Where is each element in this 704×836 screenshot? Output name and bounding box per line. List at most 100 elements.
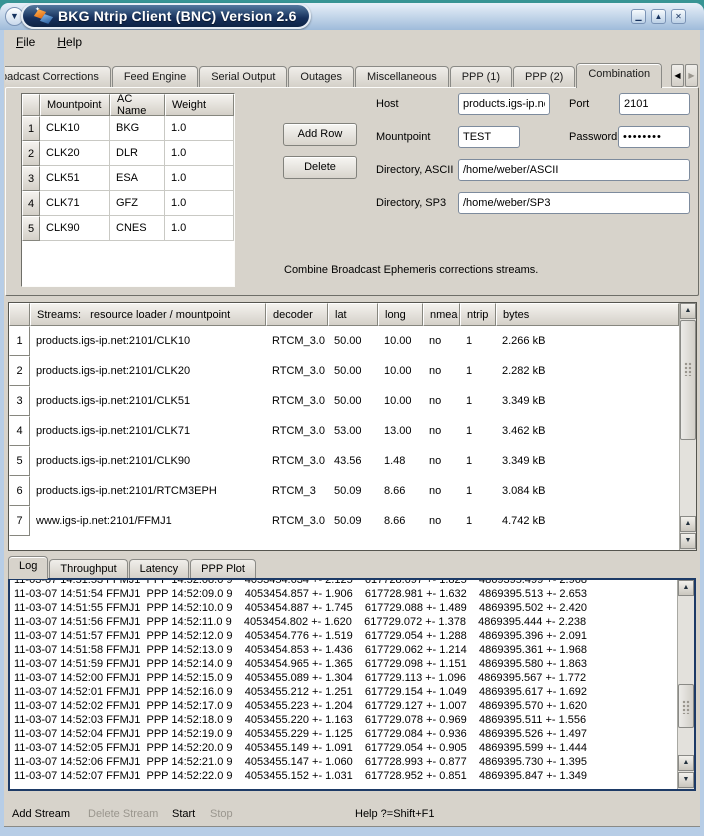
cell-lat[interactable]: 53.00 (328, 416, 378, 446)
stop-button[interactable]: Stop (210, 805, 233, 823)
scroll-up-button[interactable]: ▲ (680, 303, 696, 319)
cell-nmea[interactable]: no (423, 446, 460, 476)
cell-ac-name[interactable]: CNES (110, 216, 165, 241)
mountpoint-input[interactable] (458, 126, 520, 148)
cell-decoder[interactable]: RTCM_3.0 (266, 416, 328, 446)
host-input[interactable] (458, 93, 550, 115)
cell-ntrip[interactable]: 1 (460, 356, 496, 386)
cell-weight[interactable]: 1.0 (165, 191, 234, 216)
scroll-up-button-2[interactable]: ▲ (680, 516, 696, 532)
tab-outages[interactable]: Outages (288, 66, 354, 88)
cell-nmea[interactable]: no (423, 326, 460, 356)
cell-lat[interactable]: 50.09 (328, 476, 378, 506)
add-row-button[interactable]: Add Row (283, 123, 357, 146)
table-row[interactable]: 1 CLK10 BKG 1.0 (22, 116, 234, 141)
cell-resource[interactable]: products.igs-ip.net:2101/CLK10 (30, 326, 266, 356)
help-button[interactable]: Help ?=Shift+F1 (355, 805, 435, 823)
tab-latency[interactable]: Latency (129, 559, 190, 579)
cell-mountpoint[interactable]: CLK71 (40, 191, 110, 216)
tab-serial-output[interactable]: Serial Output (199, 66, 287, 88)
table-row[interactable]: 1 products.igs-ip.net:2101/CLK10 RTCM_3.… (9, 326, 696, 356)
tab-log[interactable]: Log (8, 556, 48, 579)
cell-bytes[interactable]: 3.349 kB (496, 386, 679, 416)
cell-long[interactable]: 1.48 (378, 446, 423, 476)
tab-broadcast-corrections[interactable]: Broadcast Corrections (5, 66, 111, 88)
menu-file[interactable]: File (12, 33, 39, 51)
table-row[interactable]: 7 www.igs-ip.net:2101/FFMJ1 RTCM_3.0 50.… (9, 506, 696, 536)
cell-nmea[interactable]: no (423, 386, 460, 416)
cell-lat[interactable]: 50.00 (328, 326, 378, 356)
cell-ac-name[interactable]: BKG (110, 116, 165, 141)
cell-weight[interactable]: 1.0 (165, 216, 234, 241)
cell-decoder[interactable]: RTCM_3.0 (266, 386, 328, 416)
col-header-long[interactable]: long (378, 303, 423, 326)
password-input[interactable] (618, 126, 690, 148)
cell-resource[interactable]: products.igs-ip.net:2101/CLK20 (30, 356, 266, 386)
tab-combination[interactable]: Combination (576, 63, 662, 88)
cell-weight[interactable]: 1.0 (165, 116, 234, 141)
tab-scroll-right-button[interactable]: ▶ (685, 64, 698, 87)
directory-sp3-input[interactable] (458, 192, 690, 214)
minimize-button[interactable]: ▁ (631, 9, 646, 24)
cell-lat[interactable]: 50.00 (328, 386, 378, 416)
cell-ac-name[interactable]: DLR (110, 141, 165, 166)
table-row[interactable]: 4 CLK71 GFZ 1.0 (22, 191, 234, 216)
scroll-down-button[interactable]: ▼ (680, 533, 696, 549)
titlebar[interactable]: ▼ ✦ BKG Ntrip Client (BNC) Version 2.6 ▁… (0, 3, 704, 30)
delete-button[interactable]: Delete (283, 156, 357, 179)
col-header-decoder[interactable]: decoder (266, 303, 328, 326)
tab-scroll-left-button[interactable]: ◀ (671, 64, 684, 87)
cell-bytes[interactable]: 2.282 kB (496, 356, 679, 386)
table-row[interactable]: 5 CLK90 CNES 1.0 (22, 216, 234, 241)
tab-feed-engine[interactable]: Feed Engine (112, 66, 198, 88)
add-stream-button[interactable]: Add Stream (12, 805, 70, 823)
start-button[interactable]: Start (172, 805, 195, 823)
cell-weight[interactable]: 1.0 (165, 166, 234, 191)
log-scrollbar[interactable]: ▲ ▲ ▼ (677, 580, 694, 789)
streams-scrollbar[interactable]: ▲ ▲ ▼ (679, 303, 696, 550)
menu-help[interactable]: Help (53, 33, 86, 51)
cell-ntrip[interactable]: 1 (460, 416, 496, 446)
cell-decoder[interactable]: RTCM_3.0 (266, 506, 328, 536)
col-header-lat[interactable]: lat (328, 303, 378, 326)
scroll-down-button[interactable]: ▼ (678, 772, 694, 788)
col-header-nmea[interactable]: nmea (423, 303, 460, 326)
log-view[interactable]: 11-03-07 14:51:53 FFMJ1 PPP 14:52:08.0 9… (8, 578, 696, 791)
port-input[interactable] (619, 93, 690, 115)
cell-weight[interactable]: 1.0 (165, 141, 234, 166)
cell-ntrip[interactable]: 1 (460, 326, 496, 356)
cell-long[interactable]: 13.00 (378, 416, 423, 446)
cell-nmea[interactable]: no (423, 506, 460, 536)
cell-nmea[interactable]: no (423, 356, 460, 386)
col-header-mountpoint[interactable]: Mountpoint (40, 94, 110, 116)
cell-decoder[interactable]: RTCM_3.0 (266, 446, 328, 476)
cell-resource[interactable]: www.igs-ip.net:2101/FFMJ1 (30, 506, 266, 536)
cell-bytes[interactable]: 3.349 kB (496, 446, 679, 476)
tab-ppp-plot[interactable]: PPP Plot (190, 559, 256, 579)
scroll-up-button[interactable]: ▲ (678, 580, 694, 596)
cell-resource[interactable]: products.igs-ip.net:2101/CLK71 (30, 416, 266, 446)
tab-miscellaneous[interactable]: Miscellaneous (355, 66, 449, 88)
tab-ppp-1[interactable]: PPP (1) (450, 66, 512, 88)
cell-long[interactable]: 8.66 (378, 506, 423, 536)
cell-ac-name[interactable]: GFZ (110, 191, 165, 216)
cell-bytes[interactable]: 4.742 kB (496, 506, 679, 536)
cell-decoder[interactable]: RTCM_3.0 (266, 326, 328, 356)
directory-ascii-input[interactable] (458, 159, 690, 181)
cell-lat[interactable]: 43.56 (328, 446, 378, 476)
scrollbar-thumb[interactable] (678, 684, 694, 728)
cell-bytes[interactable]: 3.084 kB (496, 476, 679, 506)
col-header-resource[interactable]: Streams: resource loader / mountpoint (30, 303, 266, 326)
delete-stream-button[interactable]: Delete Stream (88, 805, 158, 823)
cell-resource[interactable]: products.igs-ip.net:2101/CLK90 (30, 446, 266, 476)
cell-long[interactable]: 8.66 (378, 476, 423, 506)
cell-mountpoint[interactable]: CLK20 (40, 141, 110, 166)
cell-long[interactable]: 10.00 (378, 386, 423, 416)
cell-ac-name[interactable]: ESA (110, 166, 165, 191)
col-header-weight[interactable]: Weight (165, 94, 234, 116)
cell-long[interactable]: 10.00 (378, 356, 423, 386)
cell-ntrip[interactable]: 1 (460, 446, 496, 476)
cell-bytes[interactable]: 2.266 kB (496, 326, 679, 356)
table-row[interactable]: 4 products.igs-ip.net:2101/CLK71 RTCM_3.… (9, 416, 696, 446)
scrollbar-thumb[interactable] (680, 320, 696, 440)
